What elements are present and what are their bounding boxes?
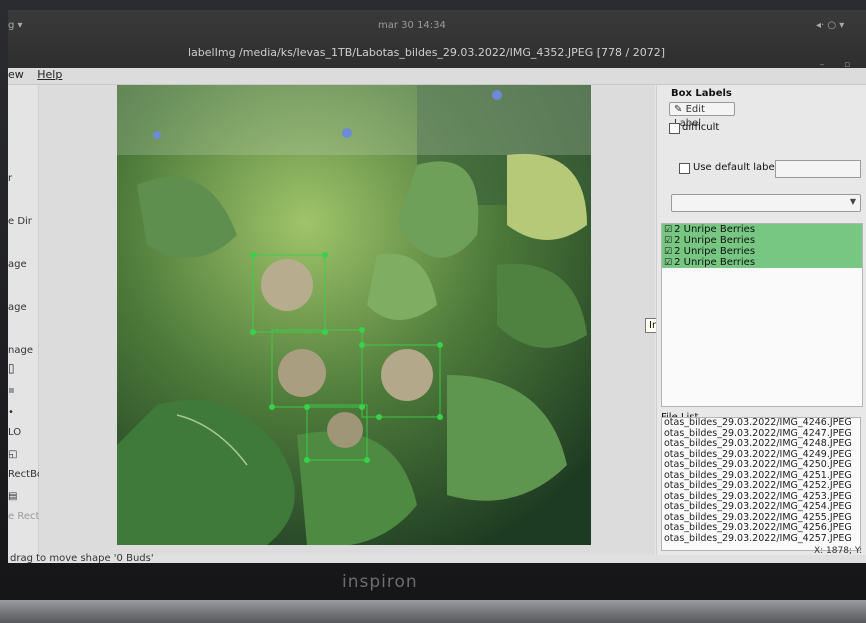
window-title: labelImg /media/ks/Ievas_1TB/Labotas_bil… [188, 46, 665, 59]
file-list-panel: File List otas_bildes_29.03.2022/IMG_424… [661, 405, 861, 551]
checkbox-checked-icon[interactable]: ☑ [664, 247, 672, 257]
label-list-item[interactable]: ☑ 2 Unripe Berries [662, 224, 862, 235]
tool-format-yolo[interactable]: LO [8, 427, 21, 438]
screen: g ▾ mar 30 14:34 ◂· ○ ▾ labelImg /media/… [8, 10, 866, 563]
file-list-item[interactable]: otas_bildes_29.03.2022/IMG_4254.JPEG [662, 501, 860, 513]
save-icon: ▪ [8, 385, 15, 396]
label-list-item[interactable]: ☑ 2 Unripe Berries [662, 257, 862, 268]
system-top-bar: g ▾ mar 30 14:34 ◂· ○ ▾ labelImg /media/… [8, 10, 866, 90]
file-list-item[interactable]: otas_bildes_29.03.2022/IMG_4257.JPEG [662, 533, 860, 545]
clock[interactable]: mar 30 14:34 [378, 20, 446, 31]
create-box-icon: ◱ [8, 449, 18, 460]
menu-view[interactable]: ew [8, 68, 24, 81]
file-list[interactable]: otas_bildes_29.03.2022/IMG_4246.JPEG ota… [661, 417, 861, 551]
left-toolbar: r e Dir age age nage ▯ ▪ • LO ◱ RectBox … [8, 85, 58, 555]
tool-change-save-dir[interactable]: e Dir [8, 216, 32, 227]
label-combo[interactable]: ▼ [671, 194, 861, 212]
status-message: drag to move shape '0 Buds' [10, 553, 154, 563]
label-list-item[interactable]: ☑ 2 Unripe Berries [662, 246, 862, 257]
use-default-label-label: Use default label [693, 162, 778, 173]
file-list-item[interactable]: otas_bildes_29.03.2022/IMG_4248.JPEG [662, 438, 860, 450]
tool-next-image[interactable]: age [8, 259, 27, 270]
default-label-input[interactable] [775, 160, 861, 178]
edit-label-button[interactable]: ✎ Edit Label [669, 102, 735, 129]
tool-open[interactable]: r [8, 173, 12, 184]
annotated-photo[interactable] [117, 85, 591, 545]
label-list-item[interactable]: ☑ 2 Unripe Berries [662, 235, 862, 246]
file-list-item[interactable]: otas_bildes_29.03.2022/IMG_4252.JPEG [662, 480, 860, 492]
difficult-label: difficult [682, 122, 720, 133]
tool-prev-image[interactable]: age [8, 302, 27, 313]
menu-help[interactable]: Help [37, 68, 62, 81]
file-list-item[interactable]: otas_bildes_29.03.2022/IMG_4246.JPEG [662, 418, 860, 429]
label-list[interactable]: ☑ 2 Unripe Berries ☑ 2 Unripe Berries ☑ 2 U… [661, 223, 863, 407]
checkbox-checked-icon[interactable]: ☑ [664, 225, 672, 235]
box-labels-title: Box Labels [671, 88, 732, 99]
format-icon: • [8, 407, 14, 418]
photo-illustration [117, 85, 591, 545]
file-list-item[interactable]: otas_bildes_29.03.2022/IMG_4250.JPEG [662, 459, 860, 471]
use-default-label-checkbox[interactable] [679, 163, 690, 174]
edit-icon: ✎ [674, 104, 683, 115]
tool-verify-image[interactable]: nage [8, 345, 33, 356]
chevron-down-icon: ▼ [849, 197, 856, 206]
system-tray[interactable]: ◂· ○ ▾ [816, 20, 844, 31]
laptop-base [0, 600, 866, 623]
duplicate-icon: ▤ [8, 491, 18, 502]
checkbox-checked-icon[interactable]: ☑ [664, 236, 672, 246]
activities-indicator[interactable]: g ▾ [8, 20, 23, 31]
file-list-item[interactable]: otas_bildes_29.03.2022/IMG_4256.JPEG [662, 522, 860, 534]
document-icon: ▯ [8, 361, 15, 375]
checkbox-checked-icon[interactable]: ☑ [664, 258, 672, 268]
laptop-brand-logo: inspiron [342, 572, 418, 592]
difficult-checkbox[interactable] [669, 123, 680, 134]
image-canvas[interactable]: Image [39, 85, 685, 555]
menu-bar: ew Help [8, 68, 866, 85]
right-dock: Box Labels ✎ Edit Label difficult Use de… [656, 85, 866, 555]
